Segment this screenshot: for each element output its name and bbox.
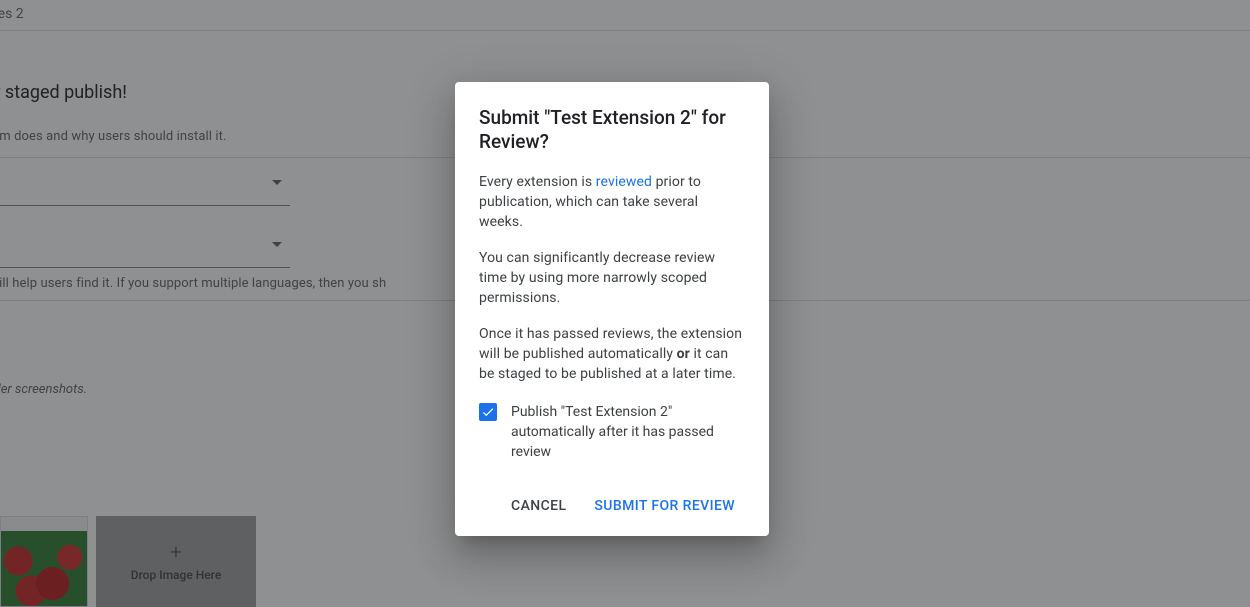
auto-publish-checkbox-label: Publish "Test Extension 2" automatically… [511, 402, 745, 462]
dialog-title: Submit "Test Extension 2" for Review? [479, 106, 745, 154]
text-strong: or [677, 346, 690, 362]
checkmark-icon [481, 405, 495, 419]
submit-for-review-button[interactable]: Submit for review [584, 490, 745, 522]
dialog-paragraph-3: Once it has passed reviews, the extensio… [479, 324, 745, 384]
auto-publish-checkbox-row: Publish "Test Extension 2" automatically… [479, 402, 745, 462]
dialog-paragraph-1: Every extension is reviewed prior to pub… [479, 172, 745, 232]
dialog-paragraph-2: You can significantly decrease review ti… [479, 248, 745, 308]
cancel-button[interactable]: Cancel [501, 490, 576, 522]
auto-publish-checkbox[interactable] [479, 403, 497, 421]
submit-for-review-dialog: Submit "Test Extension 2" for Review? Ev… [455, 82, 769, 536]
dialog-actions: Cancel Submit for review [479, 490, 745, 522]
text: Every extension is [479, 174, 596, 190]
reviewed-link[interactable]: reviewed [596, 174, 652, 190]
